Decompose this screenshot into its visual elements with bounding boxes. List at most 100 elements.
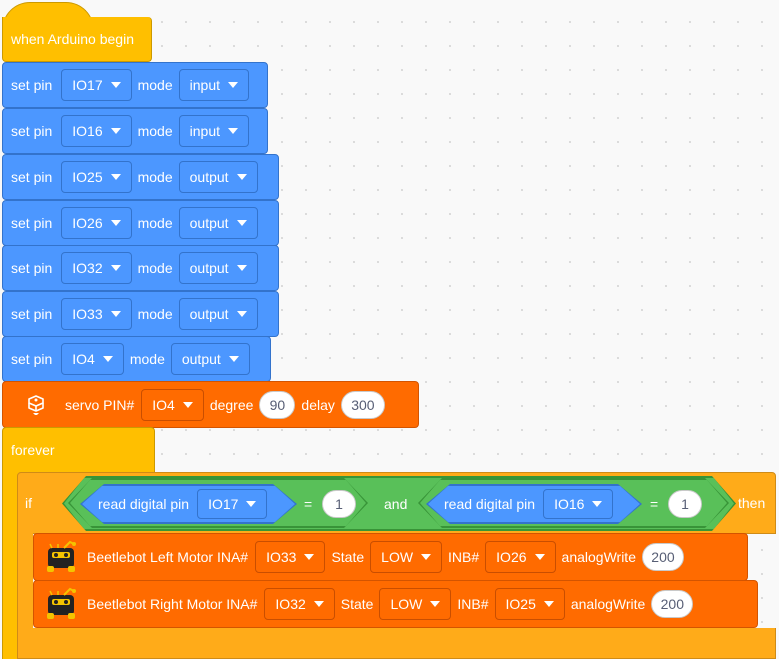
state-dropdown[interactable]: LOW <box>370 541 443 573</box>
servo-icon <box>23 392 49 418</box>
ina-dropdown[interactable]: IO32 <box>264 588 335 620</box>
chevron-down-icon <box>421 554 432 560</box>
chevron-down-icon <box>313 601 324 607</box>
set-pin-block-5[interactable]: set pin IO32 mode output <box>2 245 279 291</box>
degree-input[interactable]: 90 <box>259 390 296 419</box>
and-label: and <box>384 496 408 512</box>
state-label: State <box>340 596 374 612</box>
delay-label: delay <box>301 396 335 413</box>
set-pin-label: set pin <box>11 77 53 93</box>
inb-label: INB# <box>457 596 489 612</box>
equals-label: = <box>650 496 659 512</box>
motor-label: Beetlebot Right Motor INA# <box>87 596 258 612</box>
analog-write-label: analogWrite <box>570 596 646 612</box>
mode-label: mode <box>129 351 165 367</box>
chevron-down-icon <box>228 128 238 134</box>
chevron-down-icon <box>246 501 256 507</box>
pin-dropdown[interactable]: IO4 <box>61 343 124 375</box>
chevron-down-icon <box>102 356 113 362</box>
pin-dropdown[interactable]: IO25 <box>61 161 132 193</box>
equals-label: = <box>304 496 313 512</box>
chevron-down-icon <box>543 601 554 607</box>
mode-label: mode <box>137 306 173 322</box>
chevron-down-icon <box>110 82 121 88</box>
chevron-down-icon <box>110 265 121 271</box>
delay-input[interactable]: 300 <box>340 390 385 419</box>
equals-value-input[interactable]: 1 <box>322 490 356 518</box>
hat-label: when Arduino begin <box>11 31 134 47</box>
set-pin-block-4[interactable]: set pin IO26 mode output <box>2 200 279 246</box>
pin-dropdown[interactable]: IO17 <box>61 69 132 101</box>
pin-dropdown[interactable]: IO33 <box>61 298 132 330</box>
set-pin-block-7[interactable]: set pin IO4 mode output <box>2 336 271 382</box>
mode-dropdown[interactable]: input <box>178 115 249 147</box>
servo-pin-dropdown[interactable]: IO4 <box>141 388 204 421</box>
mode-dropdown[interactable]: input <box>178 69 249 101</box>
servo-label: servo PIN# <box>65 396 135 413</box>
set-pin-label: set pin <box>11 306 53 322</box>
set-pin-block-2[interactable]: set pin IO16 mode input <box>2 108 268 154</box>
pin-dropdown[interactable]: IO16 <box>61 115 132 147</box>
mode-dropdown[interactable]: output <box>178 252 258 284</box>
mode-dropdown[interactable]: output <box>178 207 258 239</box>
chevron-down-icon <box>592 501 602 507</box>
inb-dropdown[interactable]: IO26 <box>485 541 556 573</box>
read-digital-pin-label: read digital pin <box>98 496 190 512</box>
read-digital-pin-right[interactable]: read digital pin IO16 <box>426 484 642 524</box>
chevron-down-icon <box>236 174 247 180</box>
chevron-down-icon <box>236 311 247 317</box>
read-digital-pin-left[interactable]: read digital pin IO17 <box>80 484 297 524</box>
read-pin-dropdown[interactable]: IO17 <box>197 489 267 519</box>
state-dropdown[interactable]: LOW <box>379 588 452 620</box>
left-motor-block[interactable]: Beetlebot Left Motor INA# IO33 State LOW… <box>33 533 748 581</box>
chevron-down-icon <box>110 128 121 134</box>
chevron-down-icon <box>304 554 315 560</box>
motor-label: Beetlebot Left Motor INA# <box>87 549 249 565</box>
set-pin-label: set pin <box>11 169 53 185</box>
forever-label: forever <box>11 442 55 458</box>
read-pin-dropdown[interactable]: IO16 <box>543 489 613 519</box>
servo-block[interactable]: servo PIN# IO4 degree 90 delay 300 <box>2 381 419 428</box>
set-pin-block-6[interactable]: set pin IO33 mode output <box>2 291 279 337</box>
set-pin-label: set pin <box>11 351 53 367</box>
mode-label: mode <box>137 169 173 185</box>
beetlebot-icon <box>44 587 78 621</box>
inb-dropdown[interactable]: IO25 <box>494 588 565 620</box>
mode-label: mode <box>137 77 173 93</box>
mode-dropdown[interactable]: output <box>178 298 258 330</box>
chevron-down-icon <box>236 220 247 226</box>
right-motor-block[interactable]: Beetlebot Right Motor INA# IO32 State LO… <box>33 580 758 628</box>
mode-label: mode <box>137 260 173 276</box>
when-arduino-begin-hat[interactable]: when Arduino begin <box>2 2 152 62</box>
analog-write-input[interactable]: 200 <box>651 590 694 618</box>
set-pin-label: set pin <box>11 123 53 139</box>
analog-write-label: analogWrite <box>561 549 636 565</box>
mode-label: mode <box>137 215 173 231</box>
chevron-down-icon <box>228 82 238 88</box>
chevron-down-icon <box>110 174 121 180</box>
mode-dropdown[interactable]: output <box>178 161 258 193</box>
chevron-down-icon <box>110 311 121 317</box>
equals-value-input[interactable]: 1 <box>668 490 702 518</box>
chevron-down-icon <box>182 401 193 408</box>
set-pin-label: set pin <box>11 215 53 231</box>
read-digital-pin-label: read digital pin <box>444 496 536 512</box>
inb-label: INB# <box>448 549 480 565</box>
analog-write-input[interactable]: 200 <box>641 543 684 571</box>
chevron-down-icon <box>110 220 121 226</box>
then-label: then <box>738 495 766 511</box>
if-label: if <box>25 495 32 511</box>
pin-dropdown[interactable]: IO32 <box>61 252 132 284</box>
state-label: State <box>331 549 365 565</box>
mode-label: mode <box>137 123 173 139</box>
ina-dropdown[interactable]: IO33 <box>255 541 326 573</box>
mode-dropdown[interactable]: output <box>170 343 250 375</box>
set-pin-label: set pin <box>11 260 53 276</box>
chevron-down-icon <box>228 356 239 362</box>
chevron-down-icon <box>430 601 441 607</box>
set-pin-block-1[interactable]: set pin IO17 mode input <box>2 62 268 108</box>
degree-label: degree <box>209 396 254 413</box>
pin-dropdown[interactable]: IO26 <box>61 207 132 239</box>
chevron-down-icon <box>236 265 247 271</box>
set-pin-block-3[interactable]: set pin IO25 mode output <box>2 154 279 200</box>
